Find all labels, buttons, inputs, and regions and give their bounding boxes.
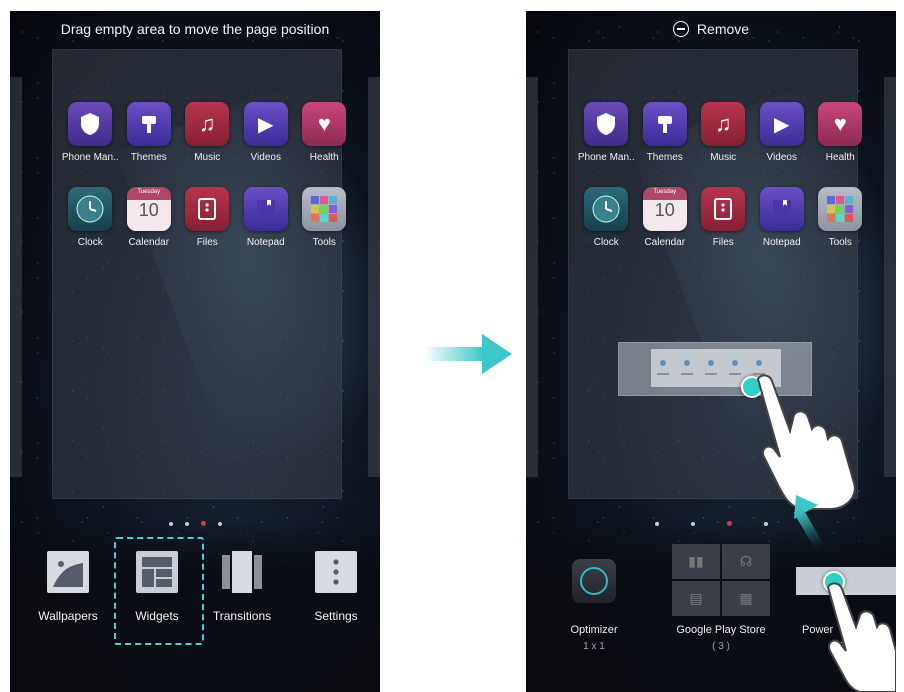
clock-icon — [584, 187, 629, 231]
app-tools[interactable]: Tools — [295, 187, 354, 248]
app-calendar[interactable]: Tuesday 10 Calendar — [120, 187, 179, 248]
app-phone-manager[interactable]: Phone Man.. — [61, 102, 120, 163]
widgets-highlight-box — [114, 537, 204, 645]
adjacent-page-right[interactable] — [884, 77, 896, 477]
app-notepad[interactable]: Notepad — [753, 187, 812, 248]
folder-icon — [701, 187, 746, 231]
optimizer-icon — [580, 567, 608, 595]
home-screen-edit-right: Remove ⌂ Phone Man.. Themes ♫ Music — [526, 11, 896, 692]
app-themes[interactable]: Themes — [636, 102, 695, 163]
app-health[interactable]: ♥ Health — [295, 102, 354, 163]
app-music[interactable]: ♫ Music — [178, 102, 237, 163]
optimizer-label: Optimizer — [570, 624, 618, 636]
play-books-icon: ▮▮ — [672, 544, 720, 579]
wallpapers-button[interactable]: Wallpapers — [28, 551, 108, 623]
app-phone-manager[interactable]: Phone Man.. — [577, 102, 636, 163]
settings-button[interactable]: Settings — [296, 551, 376, 623]
tools-folder-icon — [302, 187, 347, 231]
adjacent-page-left[interactable] — [526, 77, 538, 477]
transition-arrow-icon — [424, 334, 512, 374]
notepad-icon — [759, 187, 804, 231]
tools-folder-icon — [818, 187, 863, 231]
play-store-bag-icon: ▤ — [672, 581, 720, 616]
play-icon: ▶ — [243, 102, 288, 146]
drag-hint-text: Drag empty area to move the page positio… — [60, 21, 330, 37]
calendar-icon: Tuesday 10 — [126, 187, 171, 231]
app-music[interactable]: ♫ Music — [694, 102, 753, 163]
music-note-icon: ♫ — [701, 102, 746, 146]
app-grid: Phone Man.. Themes ♫ Music ▶ Videos ♥ He… — [61, 102, 361, 248]
app-videos[interactable]: ▶ Videos — [753, 102, 812, 163]
home-page-preview[interactable]: ⌂ Phone Man.. Themes ♫ Music — [52, 49, 347, 499]
app-health[interactable]: ♥ Health — [811, 102, 870, 163]
app-themes[interactable]: Themes — [120, 102, 179, 163]
app-clock[interactable]: Clock — [61, 187, 120, 248]
adjacent-page-right[interactable] — [368, 77, 380, 477]
app-grid: Phone Man.. Themes ♫ Music ▶ Videos ♥ He… — [577, 102, 877, 248]
headphones-icon: ☊ — [722, 544, 770, 579]
adjacent-page-left[interactable] — [10, 77, 22, 477]
folder-icon — [185, 187, 230, 231]
transitions-button[interactable]: Transitions — [202, 551, 282, 623]
transitions-icon — [221, 551, 263, 593]
heart-icon: ♥ — [302, 102, 347, 146]
app-videos[interactable]: ▶ Videos — [237, 102, 296, 163]
settings-icon — [315, 551, 357, 593]
shield-icon — [584, 102, 629, 146]
widget-google-play-store[interactable]: ▮▮ ☊ ▤ ▦ — [672, 544, 770, 616]
google-play-store-label: Google Play Store — [676, 624, 766, 636]
film-icon: ▦ — [722, 581, 770, 616]
google-play-store-count: ( 3 ) — [712, 641, 730, 652]
remove-drop-zone[interactable]: Remove — [526, 21, 896, 37]
brush-icon — [642, 102, 687, 146]
heart-icon: ♥ — [818, 102, 863, 146]
home-screen-edit-left: Drag empty area to move the page positio… — [10, 11, 380, 692]
app-files[interactable]: Files — [694, 187, 753, 248]
hand-pointer-icon — [756, 374, 856, 510]
remove-label: Remove — [696, 21, 750, 37]
app-clock[interactable]: Clock — [577, 187, 636, 248]
remove-icon — [672, 21, 689, 37]
wallpaper-icon — [47, 551, 89, 593]
app-calendar[interactable]: Tuesday 10 Calendar — [636, 187, 695, 248]
app-notepad[interactable]: Notepad — [237, 187, 296, 248]
optimizer-size: 1 x 1 — [583, 641, 605, 652]
calendar-icon: Tuesday 10 — [642, 187, 687, 231]
brush-icon — [126, 102, 171, 146]
clock-icon — [68, 187, 113, 231]
hand-pointer-icon — [826, 582, 896, 692]
notepad-icon — [243, 187, 288, 231]
play-icon: ▶ — [759, 102, 804, 146]
app-tools[interactable]: Tools — [811, 187, 870, 248]
app-files[interactable]: Files — [178, 187, 237, 248]
shield-icon — [68, 102, 113, 146]
music-note-icon: ♫ — [185, 102, 230, 146]
widget-optimizer[interactable] — [572, 559, 616, 603]
